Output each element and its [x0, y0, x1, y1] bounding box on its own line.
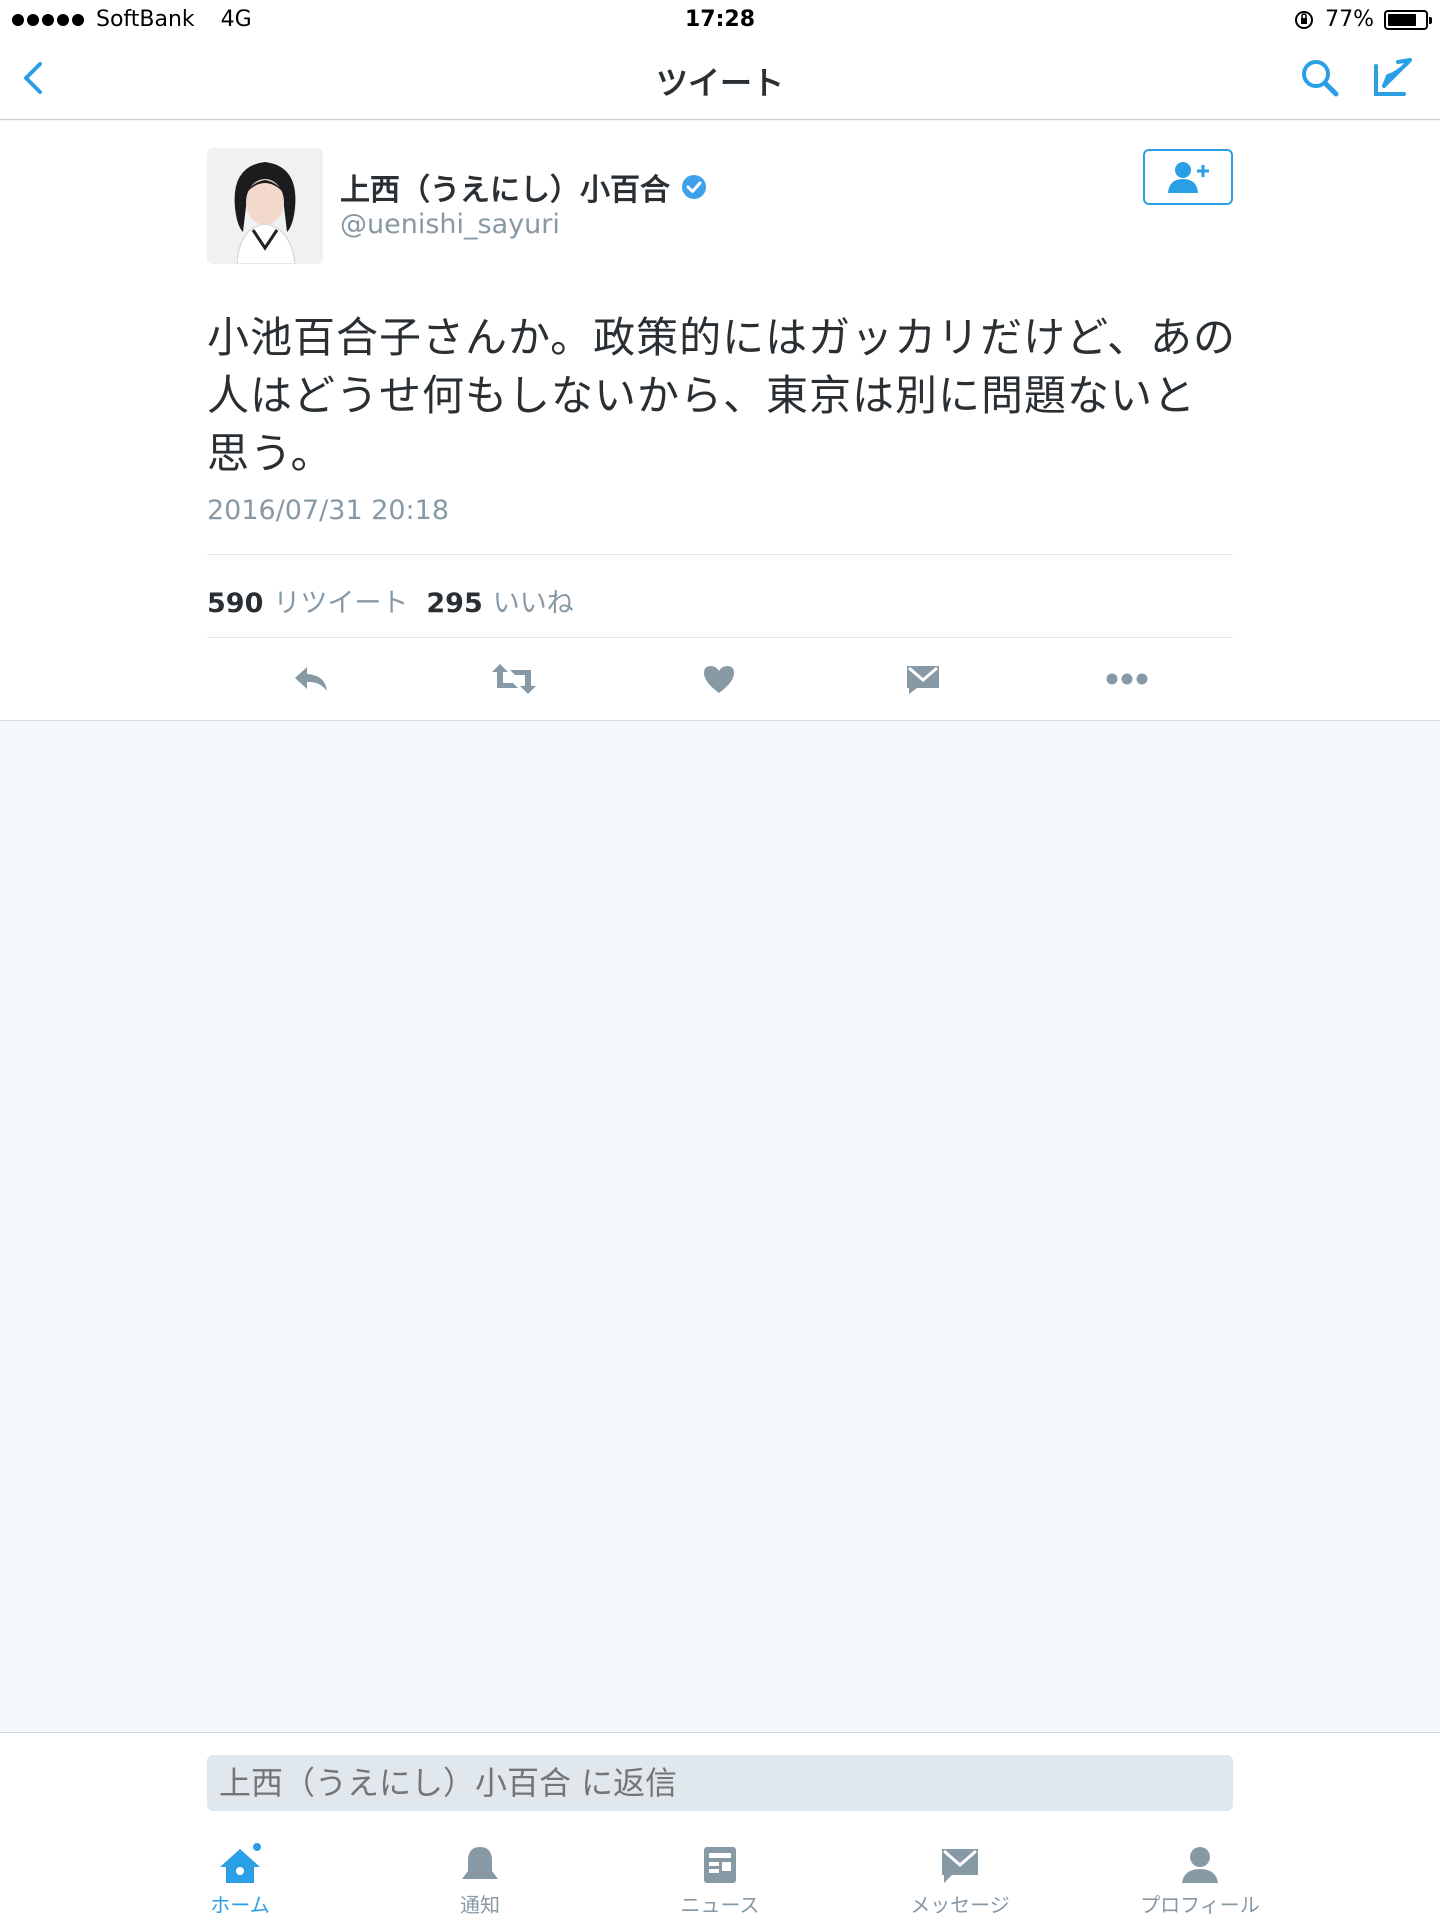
status-bar: SoftBank 4G 17:28 77% [0, 0, 1440, 40]
compose-icon[interactable] [1368, 52, 1418, 102]
battery-percent: 77% [1325, 7, 1374, 32]
tab-profile[interactable]: プロフィール [1120, 1843, 1280, 1919]
tab-label: 通知 [460, 1893, 500, 1917]
bell-icon [462, 1847, 498, 1879]
battery-fill [1388, 13, 1416, 26]
status-right: 77% [1293, 7, 1432, 32]
tweet-stats: 590 リツイート 295 いいね [207, 581, 592, 620]
tweet-detail: 上西（うえにし）小百合 @uenishi_sayuri 小池百合子さんか。政策的… [0, 121, 1440, 721]
battery-icon [1384, 9, 1432, 30]
like-count[interactable]: 295 [426, 588, 482, 619]
tab-label: ホーム [210, 1893, 270, 1917]
person-icon [1182, 1847, 1218, 1883]
like-button[interactable] [691, 657, 747, 701]
author-name-text: 上西（うえにし）小百合 [340, 173, 670, 208]
page-title: ツイート [655, 64, 784, 102]
reply-icon [295, 667, 327, 691]
retweet-label[interactable]: リツイート [273, 581, 408, 620]
message-button[interactable] [895, 657, 951, 701]
author-name[interactable]: 上西（うえにし）小百合 [340, 165, 708, 209]
heart-icon [704, 666, 734, 693]
envelope-icon [907, 666, 939, 694]
reply-input[interactable] [207, 1755, 1233, 1811]
tweet-text: 小池百合子さんか。政策的にはガッカリだけど、あの人はどうせ何もしないから、東京は… [207, 313, 1237, 478]
rotation-lock-icon [1295, 10, 1314, 29]
tab-messages[interactable]: メッセージ [880, 1843, 1040, 1919]
add-user-icon [1168, 162, 1209, 193]
avatar-image [207, 148, 323, 264]
more-button[interactable] [1099, 657, 1155, 701]
envelope-icon [942, 1849, 978, 1883]
bottom-area: ホーム 通知 ニュース メッセージ プロフィール [0, 1732, 1440, 1920]
like-label[interactable]: いいね [493, 581, 574, 620]
news-icon [704, 1847, 736, 1883]
author-handle[interactable]: @uenishi_sayuri [340, 209, 560, 240]
avatar[interactable] [207, 148, 323, 264]
tab-label: プロフィール [1140, 1893, 1260, 1917]
divider [207, 554, 1233, 555]
retweet-icon [492, 664, 536, 694]
verified-badge-icon [682, 175, 706, 199]
home-icon [220, 1843, 261, 1883]
search-icon[interactable] [1296, 54, 1344, 102]
nav-bar: ツイート [0, 40, 1440, 120]
tab-label: メッセージ [910, 1893, 1010, 1917]
divider [207, 637, 1233, 638]
retweet-button[interactable] [486, 657, 542, 701]
tab-notifications[interactable]: 通知 [400, 1843, 560, 1919]
follow-button[interactable] [1143, 149, 1233, 205]
tweet-timestamp: 2016/07/31 20:18 [207, 495, 450, 526]
reply-button[interactable] [283, 657, 339, 701]
retweet-count[interactable]: 590 [207, 588, 263, 619]
status-time: 17:28 [684, 7, 756, 32]
tab-home[interactable]: ホーム [160, 1843, 320, 1919]
tab-news[interactable]: ニュース [640, 1843, 800, 1919]
tab-label: ニュース [680, 1893, 760, 1917]
more-icon [1106, 673, 1148, 685]
